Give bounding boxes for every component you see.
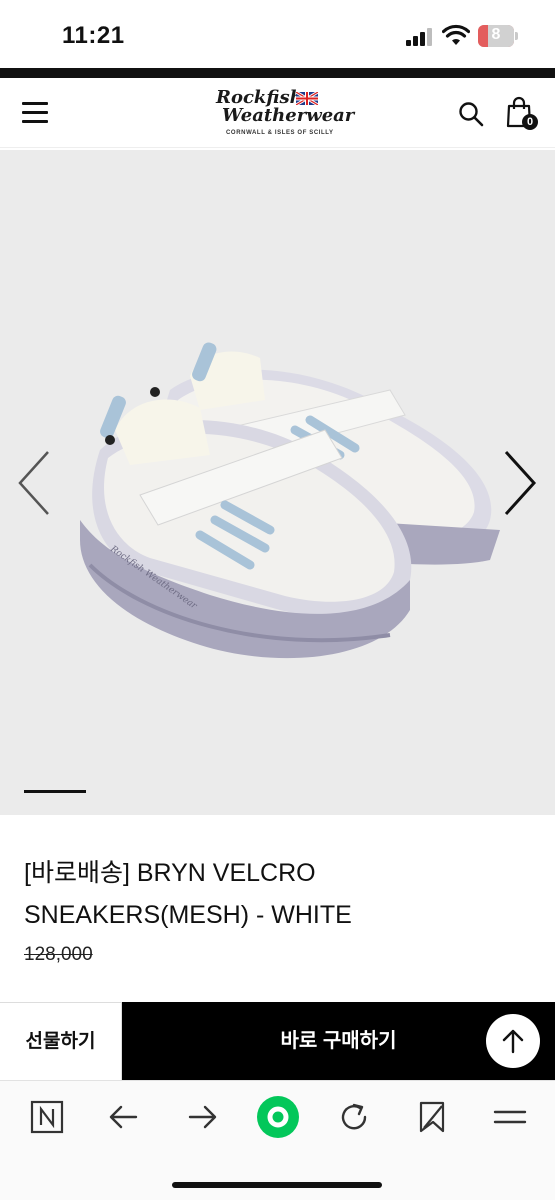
naver-green-icon[interactable] xyxy=(256,1095,300,1139)
battery-level-text: 8 xyxy=(491,26,501,43)
logo-line2: Weatherwear xyxy=(222,105,355,126)
wifi-icon xyxy=(442,24,470,45)
home-indicator xyxy=(172,1182,382,1188)
purchase-action-bar: 선물하기 바로 구매하기 xyxy=(0,1002,555,1080)
naver-n-icon[interactable] xyxy=(27,1097,67,1137)
product-price: 128,000 xyxy=(24,944,93,965)
back-arrow-icon[interactable] xyxy=(104,1097,144,1137)
hamburger-icon[interactable] xyxy=(22,102,50,124)
gift-button[interactable]: 선물하기 xyxy=(0,1002,122,1080)
search-icon[interactable] xyxy=(458,101,484,127)
scroll-to-top-button[interactable] xyxy=(486,1014,540,1068)
header-top-rule xyxy=(0,68,555,78)
site-header: Rockfish Weatherwear CORNWALL & ISLES OF… xyxy=(0,78,555,204)
reload-icon[interactable] xyxy=(334,1097,374,1137)
cellular-signal-icon xyxy=(406,28,434,46)
product-image: Rockfish Weatherwear xyxy=(80,342,500,659)
cart-count-badge: 0 xyxy=(522,114,538,130)
product-title: [바로배송] BRYN VELCRO SNEAKERS(MESH) - WHIT… xyxy=(24,859,352,929)
product-gallery[interactable]: Rockfish Weatherwear xyxy=(0,150,555,815)
union-jack-icon xyxy=(296,92,318,105)
status-time: 11:21 xyxy=(62,22,125,49)
status-bar: 11:21 8 xyxy=(0,0,555,68)
chevron-right-icon[interactable] xyxy=(500,448,540,518)
arrow-up-icon xyxy=(502,1029,524,1054)
menu-lines-icon[interactable] xyxy=(490,1097,530,1137)
slide-indicator xyxy=(24,790,86,793)
bookmark-icon[interactable] xyxy=(412,1097,452,1137)
forward-arrow-icon[interactable] xyxy=(182,1097,222,1137)
logo-subtitle: CORNWALL & ISLES OF SCILLY xyxy=(226,130,334,136)
shopping-bag-icon[interactable]: 0 xyxy=(506,96,538,130)
chevron-left-icon[interactable] xyxy=(14,448,54,518)
brand-logo[interactable]: Rockfish Weatherwear CORNWALL & ISLES OF… xyxy=(212,86,354,142)
battery-icon: 8 xyxy=(478,25,518,47)
